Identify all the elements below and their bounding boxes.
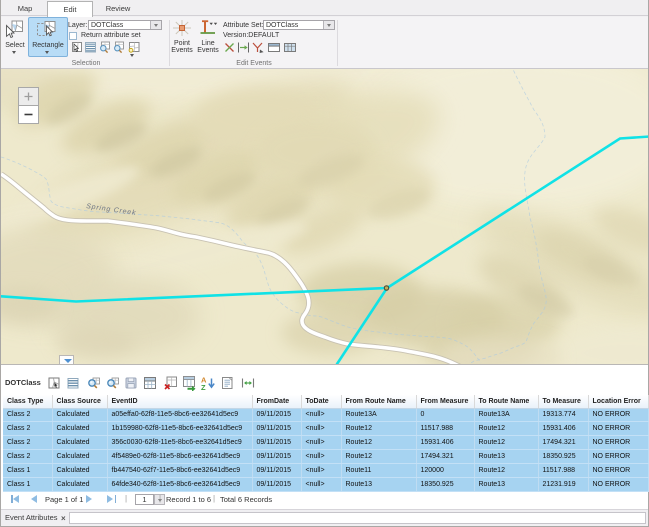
- svg-text:Z: Z: [201, 383, 206, 391]
